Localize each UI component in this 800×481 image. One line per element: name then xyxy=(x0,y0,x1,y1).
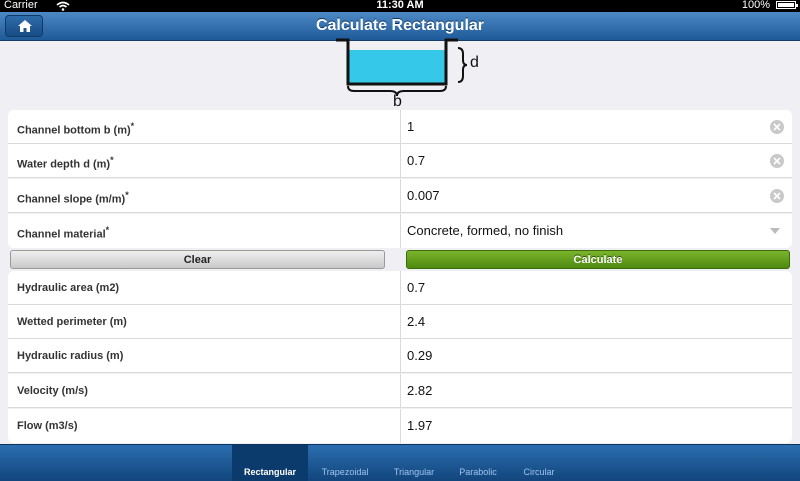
flow-row: Flow (m3/s) 1.97 xyxy=(8,409,792,443)
tab-trapezoidal[interactable]: Trapezoidal xyxy=(310,445,380,481)
status-time: 11:30 AM xyxy=(376,0,424,11)
nav-bar: Calculate Rectangular xyxy=(0,12,800,41)
tab-triangular[interactable]: Triangular xyxy=(384,445,444,481)
depth-label: d xyxy=(470,54,479,71)
hydraulic-area-label: Hydraulic area (m2) xyxy=(17,282,120,294)
channel-diagram: d b xyxy=(330,38,490,110)
velocity-label: Velocity (m/s) xyxy=(17,385,88,397)
flow-label: Flow (m3/s) xyxy=(17,420,78,432)
clear-field-icon[interactable] xyxy=(770,120,784,134)
tab-parabolic[interactable]: Parabolic xyxy=(450,445,506,481)
clear-field-icon[interactable] xyxy=(770,189,784,203)
wetted-perimeter-label: Wetted perimeter (m) xyxy=(17,316,127,328)
status-bar: Carrier 11:30 AM 100% xyxy=(0,0,800,12)
hydraulic-radius-value: 0.29 xyxy=(400,339,792,373)
channel-slope-label: Channel slope (m/m)* xyxy=(17,190,129,206)
clear-button[interactable]: Clear xyxy=(10,250,385,269)
channel-material-label: Channel material* xyxy=(17,225,110,241)
clear-field-icon[interactable] xyxy=(770,154,784,168)
page-title: Calculate Rectangular xyxy=(315,17,485,34)
tab-bar: Rectangular Trapezoidal Triangular Parab… xyxy=(0,444,800,481)
channel-material-select[interactable]: Concrete, formed, no finish xyxy=(400,214,792,248)
channel-bottom-input[interactable]: 1 xyxy=(400,110,792,144)
water-depth-label: Water depth d (m)* xyxy=(17,155,114,171)
flow-value: 1.97 xyxy=(400,409,792,443)
channel-material-row: Channel material* Concrete, formed, no f… xyxy=(8,214,792,248)
water-depth-row: Water depth d (m)* 0.7 xyxy=(8,144,792,178)
tab-rectangular[interactable]: Rectangular xyxy=(232,445,308,481)
velocity-row: Velocity (m/s) 2.82 xyxy=(8,374,792,408)
wetted-perimeter-value: 2.4 xyxy=(400,305,792,339)
rectangular-channel-illustration xyxy=(336,38,468,97)
channel-slope-input[interactable]: 0.007 xyxy=(400,179,792,213)
calculate-button[interactable]: Calculate xyxy=(406,250,790,269)
velocity-value: 2.82 xyxy=(400,374,792,408)
hydraulic-radius-label: Hydraulic radius (m) xyxy=(17,350,124,362)
channel-slope-row: Channel slope (m/m)* 0.007 xyxy=(8,179,792,213)
chevron-down-icon xyxy=(770,228,780,234)
channel-bottom-row: Channel bottom b (m)* 1 xyxy=(8,110,792,144)
battery-icon xyxy=(776,1,798,9)
bottom-label: b xyxy=(393,93,402,110)
battery-percent: 100% xyxy=(741,0,770,11)
channel-bottom-label: Channel bottom b (m)* xyxy=(17,121,135,137)
wetted-perimeter-row: Wetted perimeter (m) 2.4 xyxy=(8,305,792,339)
hydraulic-area-row: Hydraulic area (m2) 0.7 xyxy=(8,271,792,305)
hydraulic-radius-row: Hydraulic radius (m) 0.29 xyxy=(8,339,792,373)
tab-circular[interactable]: Circular xyxy=(512,445,566,481)
water-depth-input[interactable]: 0.7 xyxy=(400,144,792,178)
hydraulic-area-value: 0.7 xyxy=(400,271,792,305)
